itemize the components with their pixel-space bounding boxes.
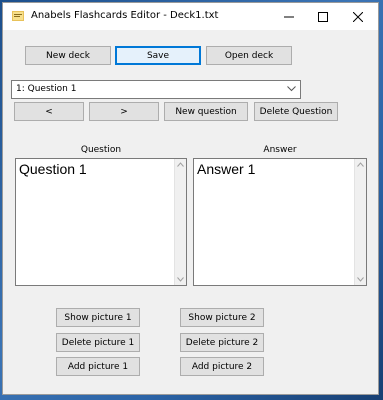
close-button[interactable] — [341, 3, 375, 30]
delete-question-button[interactable]: Delete Question — [254, 102, 338, 121]
question-label: Question — [80, 145, 122, 155]
question-select[interactable]: 1: Question 1 — [11, 80, 301, 99]
answer-label: Answer — [263, 145, 297, 155]
window-title: Anabels Flashcards Editor - Deck1.txt — [31, 10, 219, 21]
next-question-button[interactable]: > — [89, 102, 159, 121]
answer-text: Answer 1 — [197, 161, 256, 177]
question-text: Question 1 — [19, 161, 87, 177]
app-window: Anabels Flashcards Editor - Deck1.txt Ne… — [2, 2, 379, 395]
answer-scrollbar[interactable] — [354, 159, 366, 285]
question-textarea[interactable]: Question 1 — [15, 158, 187, 286]
question-scrollbar[interactable] — [174, 159, 186, 285]
scroll-up-icon — [177, 162, 184, 167]
add-picture-1-button[interactable]: Add picture 1 — [56, 357, 140, 376]
show-picture-2-button[interactable]: Show picture 2 — [180, 308, 264, 327]
add-picture-2-button[interactable]: Add picture 2 — [180, 357, 264, 376]
minimize-icon — [284, 16, 294, 17]
minimize-button[interactable] — [272, 3, 306, 30]
scroll-up-icon — [357, 162, 364, 167]
answer-textarea[interactable]: Answer 1 — [193, 158, 367, 286]
maximize-icon — [318, 11, 328, 22]
chevron-down-icon — [287, 86, 296, 92]
delete-picture-1-button[interactable]: Delete picture 1 — [56, 333, 140, 352]
show-picture-1-button[interactable]: Show picture 1 — [56, 308, 140, 327]
delete-picture-2-button[interactable]: Delete picture 2 — [180, 333, 264, 352]
previous-question-button[interactable]: < — [14, 102, 84, 121]
save-button[interactable]: Save — [115, 46, 201, 65]
title-bar[interactable]: Anabels Flashcards Editor - Deck1.txt — [3, 3, 378, 30]
close-icon — [353, 11, 363, 22]
scroll-down-icon — [357, 277, 364, 282]
scroll-down-icon — [177, 277, 184, 282]
question-select-value: 1: Question 1 — [16, 84, 77, 94]
app-icon — [12, 11, 24, 21]
new-deck-button[interactable]: New deck — [25, 46, 111, 65]
maximize-button[interactable] — [306, 3, 340, 30]
new-question-button[interactable]: New question — [164, 102, 248, 121]
open-deck-button[interactable]: Open deck — [206, 46, 292, 65]
